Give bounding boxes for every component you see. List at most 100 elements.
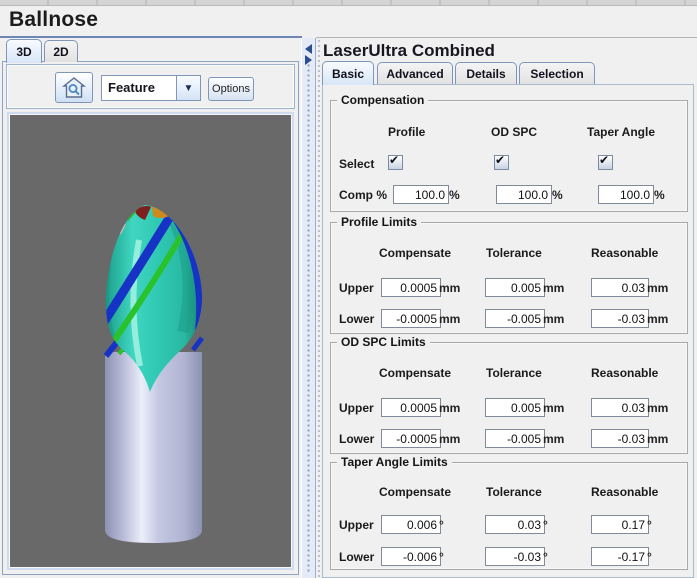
lower-row-label: Lower xyxy=(339,432,374,446)
mm-unit: mm xyxy=(647,281,668,295)
feature-dropdown-value: Feature xyxy=(102,76,176,100)
chevron-down-icon[interactable]: ▼ xyxy=(176,76,200,100)
taper-upper-compensate-input[interactable] xyxy=(381,515,441,534)
upper-row-label: Upper xyxy=(339,401,374,415)
mm-unit: mm xyxy=(543,312,564,326)
comp-profile-input[interactable] xyxy=(393,185,449,204)
odspc-limits-group: OD SPC Limits Compensate Tolerance Reaso… xyxy=(330,342,688,454)
group-title: OD SPC Limits xyxy=(337,335,430,349)
select-taperangle-checkbox[interactable]: ✔ xyxy=(598,155,613,170)
collapse-left-icon[interactable] xyxy=(305,44,312,54)
odspc-upper-tolerance-input[interactable] xyxy=(485,398,545,417)
check-icon: ✔ xyxy=(599,153,609,167)
column-header-compensate: Compensate xyxy=(379,485,451,499)
right-panel-title: LaserUltra Combined xyxy=(323,41,495,61)
check-icon: ✔ xyxy=(389,153,399,167)
column-header-tolerance: Tolerance xyxy=(486,485,542,499)
tab-2d[interactable]: 2D xyxy=(44,40,78,62)
taper-upper-tolerance-input[interactable] xyxy=(485,515,545,534)
column-header-reasonable: Reasonable xyxy=(591,485,658,499)
comp-taperangle-input[interactable] xyxy=(598,185,654,204)
taper-upper-reasonable-input[interactable] xyxy=(591,515,649,534)
odspc-upper-reasonable-input[interactable] xyxy=(591,398,649,417)
divider-grip xyxy=(307,64,311,572)
comp-row-label: Comp % xyxy=(339,188,387,202)
ballnose-tool-render xyxy=(9,114,292,564)
degree-unit: ° xyxy=(543,518,548,532)
mm-unit: mm xyxy=(543,281,564,295)
mm-unit: mm xyxy=(647,432,668,446)
taper-lower-compensate-input[interactable] xyxy=(381,547,441,566)
mm-unit: mm xyxy=(439,312,460,326)
column-header-reasonable: Reasonable xyxy=(591,366,658,380)
degree-unit: ° xyxy=(647,550,652,564)
profile-upper-reasonable-input[interactable] xyxy=(591,278,649,297)
mm-unit: mm xyxy=(439,281,460,295)
select-profile-checkbox[interactable]: ✔ xyxy=(388,155,403,170)
right-panel-edge xyxy=(318,40,321,578)
taper-angle-limits-group: Taper Angle Limits Compensate Tolerance … xyxy=(330,462,688,570)
percent-unit: % xyxy=(654,188,665,202)
group-title: Profile Limits xyxy=(337,215,421,229)
top-toolbar-edge xyxy=(0,0,697,6)
mm-unit: mm xyxy=(647,401,668,415)
tab-advanced[interactable]: Advanced xyxy=(377,62,453,84)
odspc-upper-compensate-input[interactable] xyxy=(381,398,441,417)
profile-upper-tolerance-input[interactable] xyxy=(485,278,545,297)
app-window: Ballnose 3D 2D Feature ▼ Options xyxy=(0,0,697,578)
tab-selection[interactable]: Selection xyxy=(519,62,595,84)
mm-unit: mm xyxy=(439,432,460,446)
odspc-lower-compensate-input[interactable] xyxy=(381,429,441,448)
comp-odspc-input[interactable] xyxy=(496,185,552,204)
split-divider[interactable] xyxy=(301,38,316,578)
column-header-tolerance: Tolerance xyxy=(486,366,542,380)
mm-unit: mm xyxy=(543,432,564,446)
degree-unit: ° xyxy=(543,550,548,564)
select-odspc-checkbox[interactable]: ✔ xyxy=(494,155,509,170)
taper-lower-tolerance-input[interactable] xyxy=(485,547,545,566)
mm-unit: mm xyxy=(543,401,564,415)
profile-limits-group: Profile Limits Compensate Tolerance Reas… xyxy=(330,222,688,334)
column-header-odspc: OD SPC xyxy=(491,125,537,139)
right-panel-top-border xyxy=(316,37,697,38)
profile-upper-compensate-input[interactable] xyxy=(381,278,441,297)
odspc-lower-reasonable-input[interactable] xyxy=(591,429,649,448)
home-zoom-icon xyxy=(62,77,86,99)
home-zoom-button[interactable] xyxy=(55,72,93,103)
tab-basic[interactable]: Basic xyxy=(322,61,374,85)
profile-lower-tolerance-input[interactable] xyxy=(485,309,545,328)
degree-unit: ° xyxy=(439,518,444,532)
compensation-group: Compensation Profile OD SPC Taper Angle … xyxy=(330,100,688,212)
select-row-label: Select xyxy=(339,157,374,171)
tab-details[interactable]: Details xyxy=(455,62,517,84)
column-header-taperangle: Taper Angle xyxy=(587,125,655,139)
upper-row-label: Upper xyxy=(339,518,374,532)
page-title: Ballnose xyxy=(9,8,98,32)
profile-lower-compensate-input[interactable] xyxy=(381,309,441,328)
degree-unit: ° xyxy=(647,518,652,532)
feature-dropdown[interactable]: Feature ▼ xyxy=(101,75,201,101)
left-panel-top-border xyxy=(0,36,302,38)
upper-row-label: Upper xyxy=(339,281,374,295)
column-header-profile: Profile xyxy=(388,125,425,139)
tab-3d[interactable]: 3D xyxy=(6,39,42,63)
lower-row-label: Lower xyxy=(339,312,374,326)
column-header-compensate: Compensate xyxy=(379,246,451,260)
percent-unit: % xyxy=(552,188,563,202)
lower-row-label: Lower xyxy=(339,550,374,564)
taper-lower-reasonable-input[interactable] xyxy=(591,547,649,566)
profile-lower-reasonable-input[interactable] xyxy=(591,309,649,328)
degree-unit: ° xyxy=(439,550,444,564)
group-title: Taper Angle Limits xyxy=(337,455,452,469)
odspc-lower-tolerance-input[interactable] xyxy=(485,429,545,448)
column-header-compensate: Compensate xyxy=(379,366,451,380)
options-button[interactable]: Options xyxy=(208,77,254,101)
group-title: Compensation xyxy=(337,93,428,107)
mm-unit: mm xyxy=(439,401,460,415)
column-header-tolerance: Tolerance xyxy=(486,246,542,260)
mm-unit: mm xyxy=(647,312,668,326)
column-header-reasonable: Reasonable xyxy=(591,246,658,260)
percent-unit: % xyxy=(449,188,460,202)
3d-viewport[interactable] xyxy=(7,112,294,570)
check-icon: ✔ xyxy=(495,153,505,167)
